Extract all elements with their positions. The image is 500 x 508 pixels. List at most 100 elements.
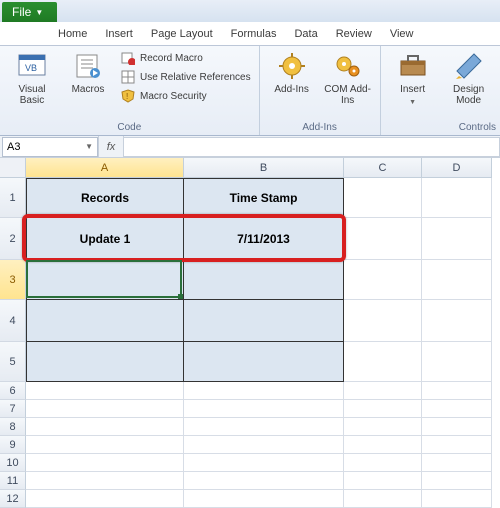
chevron-down-icon: ▼ [35, 8, 43, 17]
insert-button[interactable]: Insert ▼ [389, 50, 437, 108]
cell[interactable] [26, 454, 184, 472]
addins-button[interactable]: Add-Ins [268, 50, 316, 95]
cell[interactable] [184, 418, 344, 436]
column-header[interactable]: C [344, 158, 422, 178]
cell[interactable] [184, 300, 344, 342]
tab-pagelayout[interactable]: Page Layout [143, 24, 221, 44]
row-header[interactable]: 8 [0, 418, 26, 436]
group-code: VB Visual Basic Macros Record Macro Use … [0, 46, 260, 135]
relative-refs-button[interactable]: Use Relative References [120, 69, 251, 85]
record-macro-button[interactable]: Record Macro [120, 50, 251, 66]
cell[interactable] [344, 436, 422, 454]
name-box-value: A3 [7, 141, 20, 153]
row-header[interactable]: 1 [0, 178, 26, 218]
cell[interactable] [344, 490, 422, 508]
cell[interactable] [26, 472, 184, 490]
row-header[interactable]: 4 [0, 300, 26, 342]
cell[interactable] [344, 260, 422, 300]
macros-button[interactable]: Macros [64, 50, 112, 95]
cell[interactable] [422, 400, 492, 418]
cell[interactable] [422, 300, 492, 342]
cell[interactable] [344, 300, 422, 342]
cell[interactable] [422, 260, 492, 300]
cell[interactable] [184, 382, 344, 400]
row-header[interactable]: 9 [0, 436, 26, 454]
column-header[interactable]: D [422, 158, 492, 178]
cell[interactable] [184, 436, 344, 454]
tab-home[interactable]: Home [50, 24, 95, 44]
row-header[interactable]: 6 [0, 382, 26, 400]
cell[interactable] [422, 490, 492, 508]
cell[interactable] [184, 454, 344, 472]
cell[interactable] [422, 382, 492, 400]
cell[interactable] [344, 454, 422, 472]
cell[interactable] [344, 400, 422, 418]
row-header[interactable]: 3 [0, 260, 26, 300]
cell[interactable] [26, 300, 184, 342]
cell[interactable] [26, 260, 184, 300]
column-header[interactable]: A [26, 158, 184, 178]
com-addins-button[interactable]: COM Add-Ins [324, 50, 372, 106]
group-controls: Insert ▼ Design Mode Properties View Cod [381, 46, 500, 135]
cell[interactable]: Records [26, 178, 184, 218]
row-header[interactable]: 7 [0, 400, 26, 418]
cell[interactable] [184, 342, 344, 382]
name-box[interactable]: A3 ▼ [2, 137, 98, 157]
insert-label: Insert [400, 84, 425, 95]
column-header[interactable]: B [184, 158, 344, 178]
cell[interactable] [344, 382, 422, 400]
cell[interactable] [184, 472, 344, 490]
toolbox-icon [397, 50, 429, 82]
visual-basic-button[interactable]: VB Visual Basic [8, 50, 56, 106]
row-header[interactable]: 10 [0, 454, 26, 472]
cell[interactable] [184, 260, 344, 300]
tab-data[interactable]: Data [286, 24, 325, 44]
macro-security-button[interactable]: ! Macro Security [120, 88, 251, 104]
cell[interactable] [26, 382, 184, 400]
gear-icon [276, 50, 308, 82]
cell[interactable] [344, 418, 422, 436]
tab-formulas[interactable]: Formulas [223, 24, 285, 44]
cell[interactable] [422, 472, 492, 490]
group-code-label: Code [8, 120, 251, 133]
cell[interactable] [422, 178, 492, 218]
cell[interactable] [422, 436, 492, 454]
cell[interactable] [26, 342, 184, 382]
row-header[interactable]: 5 [0, 342, 26, 382]
cell[interactable] [422, 218, 492, 260]
cell[interactable]: 7/11/2013 [184, 218, 344, 260]
design-mode-button[interactable]: Design Mode [445, 50, 493, 106]
cell[interactable] [26, 490, 184, 508]
fx-button[interactable]: fx [98, 136, 124, 157]
file-tab[interactable]: File ▼ [2, 2, 57, 22]
formula-input[interactable] [124, 137, 500, 157]
tab-review[interactable]: Review [328, 24, 380, 44]
row-header[interactable]: 2 [0, 218, 26, 260]
group-addins-label: Add-Ins [268, 120, 372, 133]
cell[interactable] [344, 342, 422, 382]
tab-view[interactable]: View [382, 24, 422, 44]
row-header[interactable]: 12 [0, 490, 26, 508]
select-all-corner[interactable] [0, 158, 26, 178]
cell[interactable] [344, 218, 422, 260]
cell[interactable] [422, 342, 492, 382]
row-header[interactable]: 11 [0, 472, 26, 490]
ribbon-tabs: Home Insert Page Layout Formulas Data Re… [0, 22, 500, 46]
ribbon: VB Visual Basic Macros Record Macro Use … [0, 46, 500, 136]
tab-insert[interactable]: Insert [97, 24, 141, 44]
cell[interactable] [344, 178, 422, 218]
addins-label: Add-Ins [274, 84, 308, 95]
cell[interactable] [422, 454, 492, 472]
cell[interactable] [26, 400, 184, 418]
cell[interactable] [26, 418, 184, 436]
cell[interactable] [422, 418, 492, 436]
cell[interactable] [26, 436, 184, 454]
design-mode-label: Design Mode [445, 84, 493, 106]
cell[interactable] [344, 472, 422, 490]
group-controls-label: Controls [389, 120, 500, 133]
cell[interactable] [184, 490, 344, 508]
cell[interactable] [184, 400, 344, 418]
cell[interactable]: Update 1 [26, 218, 184, 260]
chevron-down-icon: ▼ [409, 97, 416, 108]
cell[interactable]: Time Stamp [184, 178, 344, 218]
